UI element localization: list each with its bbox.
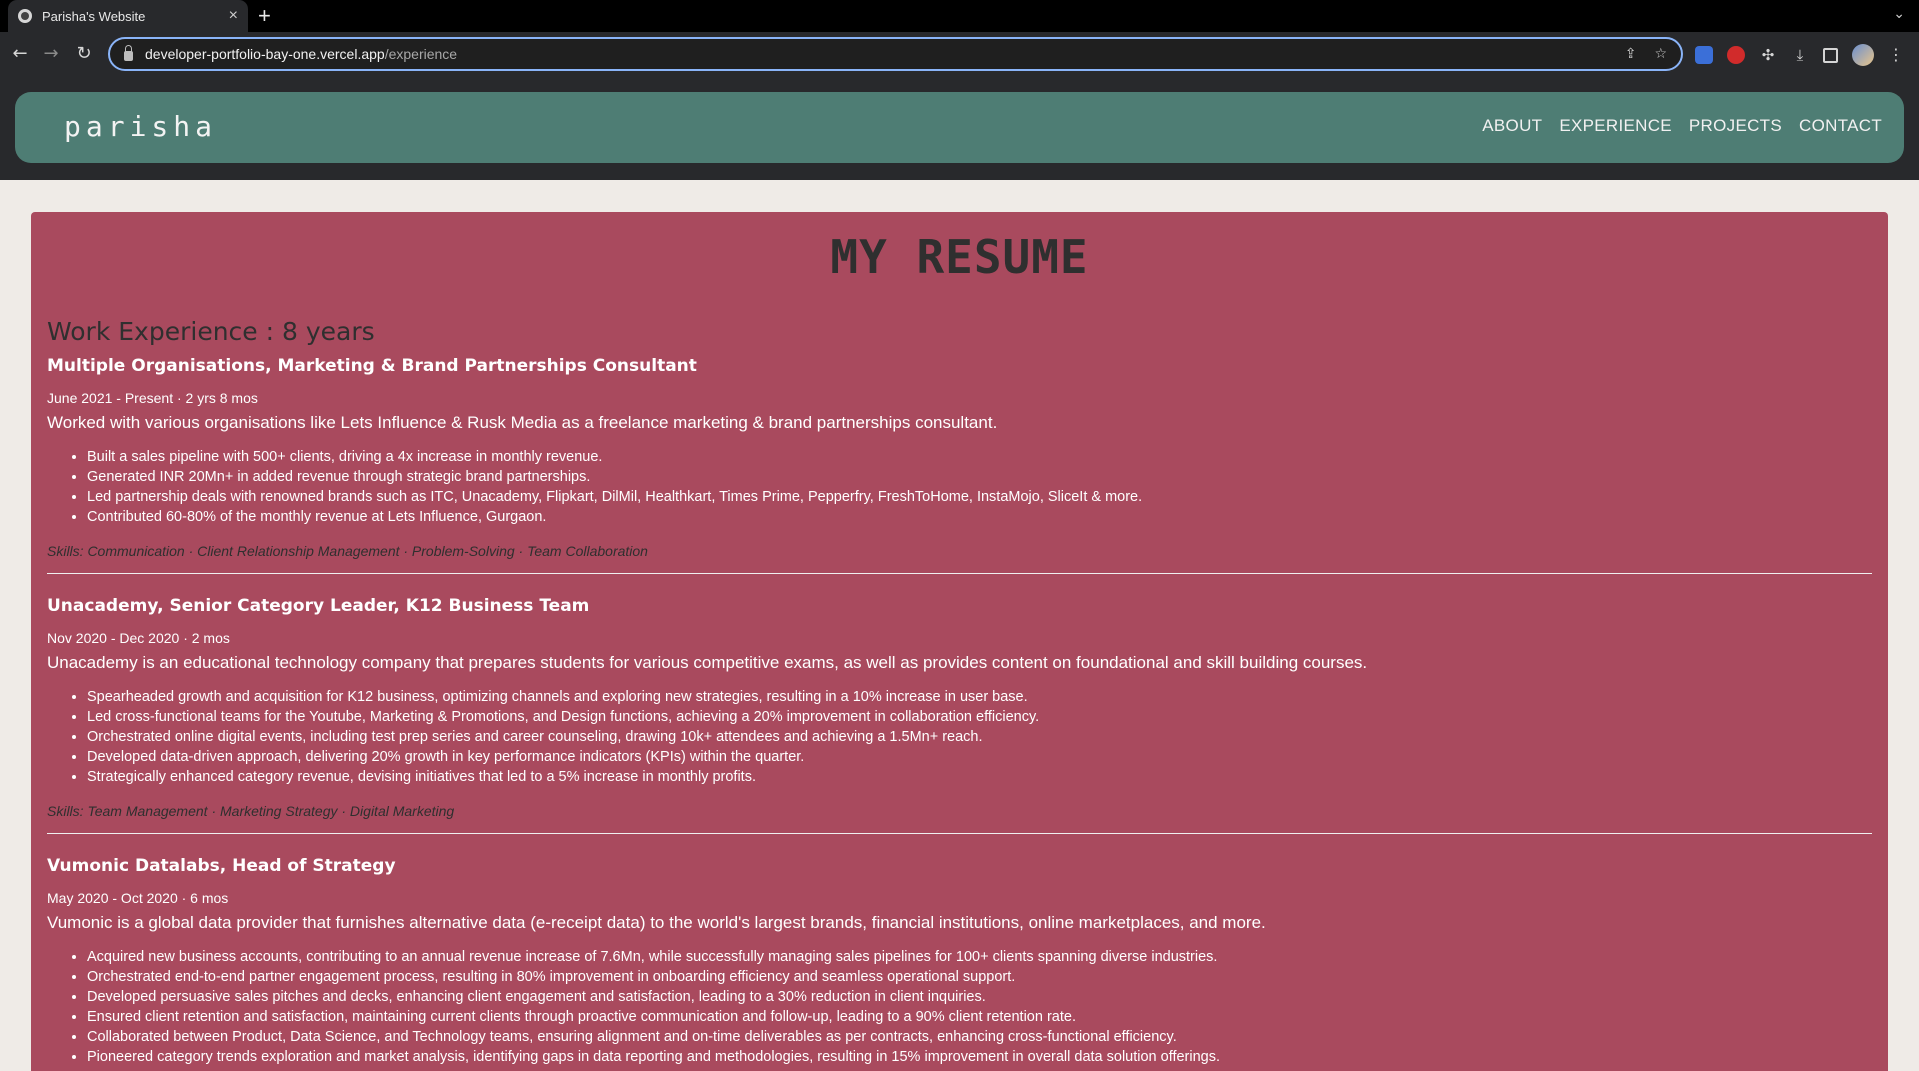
extension-shield-icon[interactable] (1695, 46, 1713, 64)
job-dates: Nov 2020 - Dec 2020 · 2 mos (47, 630, 230, 646)
extension-red-icon[interactable] (1727, 46, 1745, 64)
nav-contact[interactable]: CONTACT (1799, 116, 1882, 136)
resume-card: MY RESUME Work Experience : 8 years Mult… (31, 212, 1888, 1071)
job-dates: June 2021 - Present · 2 yrs 8 mos (47, 390, 258, 406)
list-item: Spearheaded growth and acquisition for K… (87, 687, 1872, 707)
new-tab-button[interactable]: + (258, 3, 271, 29)
divider (47, 833, 1872, 834)
page-title: MY RESUME (830, 230, 1089, 284)
job-entry: Unacademy, Senior Category Leader, K12 B… (47, 596, 1872, 819)
job-dates: May 2020 - Oct 2020 · 6 mos (47, 890, 229, 906)
job-bullets: Built a sales pipeline with 500+ clients… (47, 447, 1872, 527)
url-host: developer-portfolio-bay-one.vercel.app (145, 46, 385, 62)
back-arrow-icon[interactable]: ← (9, 43, 31, 64)
job-skills: Skills: Communication · Client Relations… (47, 543, 648, 559)
more-menu-icon[interactable]: ⋮ (1888, 46, 1904, 64)
list-item: Ensured client retention and satisfactio… (87, 1007, 1872, 1027)
site-header: parisha ABOUT EXPERIENCE PROJECTS CONTAC… (15, 92, 1904, 163)
browser-tab-bar: Parisha's Website × + ⌄ (0, 0, 1919, 32)
list-item: Developed data-driven approach, deliveri… (87, 747, 1872, 767)
divider (47, 573, 1872, 574)
job-title: Multiple Organisations, Marketing & Bran… (47, 356, 697, 376)
job-title: Unacademy, Senior Category Leader, K12 B… (47, 596, 590, 616)
list-item: Developed persuasive sales pitches and d… (87, 987, 1872, 1007)
chevron-down-icon[interactable]: ⌄ (1893, 6, 1905, 22)
job-description: Vumonic is a global data provider that f… (47, 913, 1266, 932)
side-panel-icon[interactable] (1823, 47, 1838, 63)
job-entry: Vumonic Datalabs, Head of Strategy May 2… (47, 856, 1872, 1067)
browser-toolbar: ← → ↻ developer-portfolio-bay-one.vercel… (0, 32, 1919, 76)
list-item: Pioneered category trends exploration an… (87, 1047, 1872, 1067)
nav-about[interactable]: ABOUT (1482, 116, 1542, 136)
address-bar[interactable]: developer-portfolio-bay-one.vercel.app/e… (108, 37, 1683, 71)
job-bullets: Acquired new business accounts, contribu… (47, 947, 1872, 1067)
forward-arrow-icon[interactable]: → (40, 43, 62, 64)
share-icon[interactable]: ⇪ (1625, 46, 1637, 62)
tab-title: Parisha's Website (42, 8, 146, 24)
site-logo[interactable]: parisha (64, 110, 217, 143)
job-skills: Skills: Team Management · Marketing Stra… (47, 803, 455, 819)
star-icon[interactable]: ☆ (1654, 46, 1667, 62)
extensions-puzzle-icon[interactable]: ✣ (1759, 46, 1777, 64)
nav-experience[interactable]: EXPERIENCE (1559, 116, 1672, 136)
close-tab-icon[interactable]: × (229, 7, 238, 25)
job-title: Vumonic Datalabs, Head of Strategy (47, 856, 396, 876)
experience-heading: Work Experience : 8 years (47, 317, 375, 346)
lock-icon (124, 45, 133, 61)
download-icon[interactable]: ⤓ (1791, 46, 1809, 64)
job-description: Worked with various organisations like L… (47, 413, 998, 432)
url-path: /experience (384, 46, 458, 62)
list-item: Led partnership deals with renowned bran… (87, 487, 1872, 507)
nav-projects[interactable]: PROJECTS (1689, 116, 1782, 136)
reload-icon[interactable]: ↻ (73, 43, 95, 64)
list-item: Strategically enhanced category revenue,… (87, 767, 1872, 787)
list-item: Orchestrated end-to-end partner engageme… (87, 967, 1872, 987)
list-item: Led cross-functional teams for the Youtu… (87, 707, 1872, 727)
site-nav: ABOUT EXPERIENCE PROJECTS CONTACT (1482, 116, 1882, 136)
list-item: Generated INR 20Mn+ in added revenue thr… (87, 467, 1872, 487)
list-item: Orchestrated online digital events, incl… (87, 727, 1872, 747)
browser-tab[interactable]: Parisha's Website × (8, 0, 248, 32)
job-description: Unacademy is an educational technology c… (47, 653, 1368, 672)
list-item: Collaborated between Product, Data Scien… (87, 1027, 1872, 1047)
profile-avatar[interactable] (1852, 44, 1874, 66)
list-item: Contributed 60-80% of the monthly revenu… (87, 507, 1872, 527)
list-item: Built a sales pipeline with 500+ clients… (87, 447, 1872, 467)
site-favicon-icon (18, 9, 32, 23)
list-item: Acquired new business accounts, contribu… (87, 947, 1872, 967)
job-bullets: Spearheaded growth and acquisition for K… (47, 687, 1872, 787)
job-entry: Multiple Organisations, Marketing & Bran… (47, 356, 1872, 559)
